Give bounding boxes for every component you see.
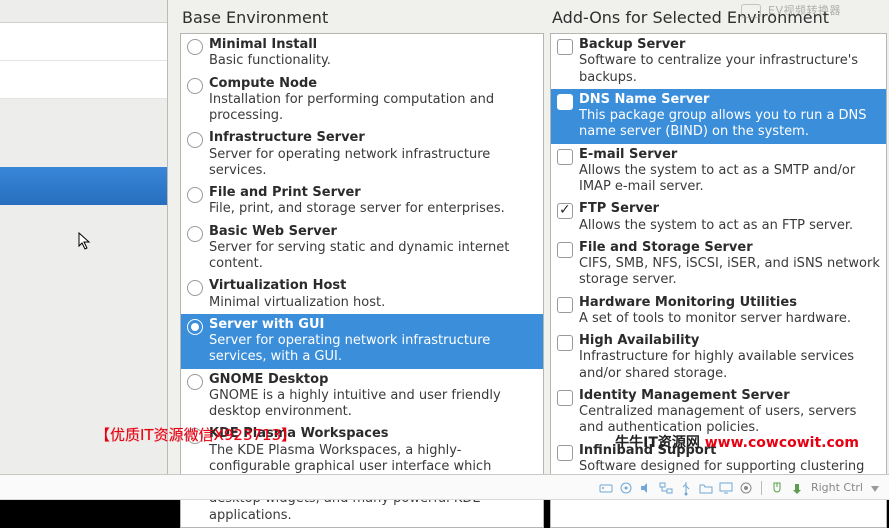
base-item-server-with-gui[interactable]: Server with GUIServer for operating netw… bbox=[181, 314, 543, 369]
radio-icon[interactable] bbox=[187, 187, 203, 203]
item-desc: Allows the system to act as an FTP serve… bbox=[579, 218, 853, 234]
item-name: Minimal Install bbox=[209, 37, 331, 53]
radio-icon[interactable] bbox=[187, 39, 203, 55]
addons-list[interactable]: Backup ServerSoftware to centralize your… bbox=[550, 33, 887, 528]
checkbox-icon[interactable] bbox=[557, 149, 573, 165]
addon-item-ftp-server[interactable]: FTP ServerAllows the system to act as an… bbox=[551, 198, 886, 237]
checkbox-icon[interactable] bbox=[557, 297, 573, 313]
addon-item-backup-server[interactable]: Backup ServerSoftware to centralize your… bbox=[551, 34, 886, 89]
item-name: File and Print Server bbox=[209, 185, 505, 201]
item-desc: Server for serving static and dynamic in… bbox=[209, 240, 537, 273]
keyboard-captured-icon bbox=[789, 480, 805, 496]
checkbox-icon[interactable] bbox=[557, 203, 573, 219]
usb-icon bbox=[678, 480, 694, 496]
radio-icon[interactable] bbox=[187, 226, 203, 242]
item-name: File and Storage Server bbox=[579, 240, 880, 256]
checkbox-icon[interactable] bbox=[557, 445, 573, 461]
item-desc: Basic functionality. bbox=[209, 53, 331, 69]
addon-item-dns-name-server[interactable]: DNS Name ServerThis package group allows… bbox=[551, 89, 886, 144]
radio-icon[interactable] bbox=[187, 374, 203, 390]
host-key-menu-icon[interactable] bbox=[869, 482, 881, 494]
addon-item-hardware-monitoring-utilities[interactable]: Hardware Monitoring UtilitiesA set of to… bbox=[551, 292, 886, 331]
item-name: Virtualization Host bbox=[209, 278, 385, 294]
item-desc: A set of tools to monitor server hardwar… bbox=[579, 311, 851, 327]
display-icon bbox=[718, 480, 734, 496]
status-icons bbox=[598, 480, 805, 496]
addon-item-e-mail-server[interactable]: E-mail ServerAllows the system to act as… bbox=[551, 144, 886, 199]
item-name: Basic Web Server bbox=[209, 224, 537, 240]
network-icon bbox=[658, 480, 674, 496]
sidebar-row-1[interactable] bbox=[0, 23, 167, 61]
item-name: High Availability bbox=[579, 333, 880, 349]
anaconda-software-selection: Base Environment Minimal InstallBasic fu… bbox=[0, 0, 889, 500]
radio-icon[interactable] bbox=[187, 428, 203, 444]
item-name: Infrastructure Server bbox=[209, 130, 537, 146]
hdd-icon bbox=[598, 480, 614, 496]
base-item-minimal-install[interactable]: Minimal InstallBasic functionality. bbox=[181, 34, 543, 73]
optical-icon bbox=[618, 480, 634, 496]
sidebar-row-2[interactable] bbox=[0, 61, 167, 99]
base-environment-title: Base Environment bbox=[180, 0, 544, 33]
item-desc: Minimal virtualization host. bbox=[209, 295, 385, 311]
item-desc: This package group allows you to run a D… bbox=[579, 108, 880, 141]
item-desc: Server for operating network infrastruct… bbox=[209, 147, 537, 180]
item-name: Compute Node bbox=[209, 76, 537, 92]
item-desc: Allows the system to act as a SMTP and/o… bbox=[579, 163, 880, 196]
host-key-label: Right Ctrl bbox=[811, 481, 863, 494]
item-desc: Software to centralize your infrastructu… bbox=[579, 53, 880, 86]
item-desc: Infrastructure for highly available serv… bbox=[579, 349, 880, 382]
item-desc: Server for operating network infrastruct… bbox=[209, 333, 537, 366]
item-desc: Centralized management of users, servers… bbox=[579, 404, 880, 437]
checkbox-icon[interactable] bbox=[557, 94, 573, 110]
item-name: DNS Name Server bbox=[579, 92, 880, 108]
item-desc: CIFS, SMB, NFS, iSCSI, iSER, and iSNS ne… bbox=[579, 256, 880, 289]
addon-item-file-and-storage-server[interactable]: File and Storage ServerCIFS, SMB, NFS, i… bbox=[551, 237, 886, 292]
mouse-integration-icon bbox=[769, 480, 785, 496]
addon-item-identity-management-server[interactable]: Identity Management ServerCentralized ma… bbox=[551, 385, 886, 440]
base-item-virtualization-host[interactable]: Virtualization HostMinimal virtualizatio… bbox=[181, 275, 543, 314]
item-name: Backup Server bbox=[579, 37, 880, 53]
item-name: E-mail Server bbox=[579, 147, 880, 163]
item-desc: Installation for performing computation … bbox=[209, 92, 537, 125]
checkbox-icon[interactable] bbox=[557, 242, 573, 258]
recording-icon bbox=[738, 480, 754, 496]
checkbox-icon[interactable] bbox=[557, 335, 573, 351]
item-name: Server with GUI bbox=[209, 317, 537, 333]
base-item-basic-web-server[interactable]: Basic Web ServerServer for serving stati… bbox=[181, 221, 543, 276]
item-name: KDE Plasma Workspaces bbox=[209, 426, 537, 442]
item-name: FTP Server bbox=[579, 201, 853, 217]
addons-title: Add-Ons for Selected Environment bbox=[550, 0, 887, 33]
item-desc: GNOME is a highly intuitive and user fri… bbox=[209, 388, 537, 421]
radio-icon[interactable] bbox=[187, 132, 203, 148]
radio-icon[interactable] bbox=[187, 319, 203, 335]
base-item-gnome-desktop[interactable]: GNOME DesktopGNOME is a highly intuitive… bbox=[181, 369, 543, 424]
base-environment-list[interactable]: Minimal InstallBasic functionality.Compu… bbox=[180, 33, 544, 528]
base-item-compute-node[interactable]: Compute NodeInstallation for performing … bbox=[181, 73, 543, 128]
checkbox-icon[interactable] bbox=[557, 39, 573, 55]
vbox-status-bar: Right Ctrl bbox=[0, 474, 889, 500]
radio-icon[interactable] bbox=[187, 280, 203, 296]
checkbox-icon[interactable] bbox=[557, 390, 573, 406]
item-name: Identity Management Server bbox=[579, 388, 880, 404]
sidebar-row-selected[interactable] bbox=[0, 167, 167, 205]
item-name: Hardware Monitoring Utilities bbox=[579, 295, 851, 311]
base-item-file-and-print-server[interactable]: File and Print ServerFile, print, and st… bbox=[181, 182, 543, 221]
item-name: Infiniband Support bbox=[579, 443, 880, 459]
audio-icon bbox=[638, 480, 654, 496]
shared-folder-icon bbox=[698, 480, 714, 496]
addon-item-high-availability[interactable]: High AvailabilityInfrastructure for high… bbox=[551, 330, 886, 385]
main-panel: Base Environment Minimal InstallBasic fu… bbox=[168, 0, 889, 500]
item-desc: File, print, and storage server for ente… bbox=[209, 201, 505, 217]
base-item-infrastructure-server[interactable]: Infrastructure ServerServer for operatin… bbox=[181, 127, 543, 182]
item-name: GNOME Desktop bbox=[209, 372, 537, 388]
radio-icon[interactable] bbox=[187, 78, 203, 94]
left-sidebar bbox=[0, 0, 168, 500]
